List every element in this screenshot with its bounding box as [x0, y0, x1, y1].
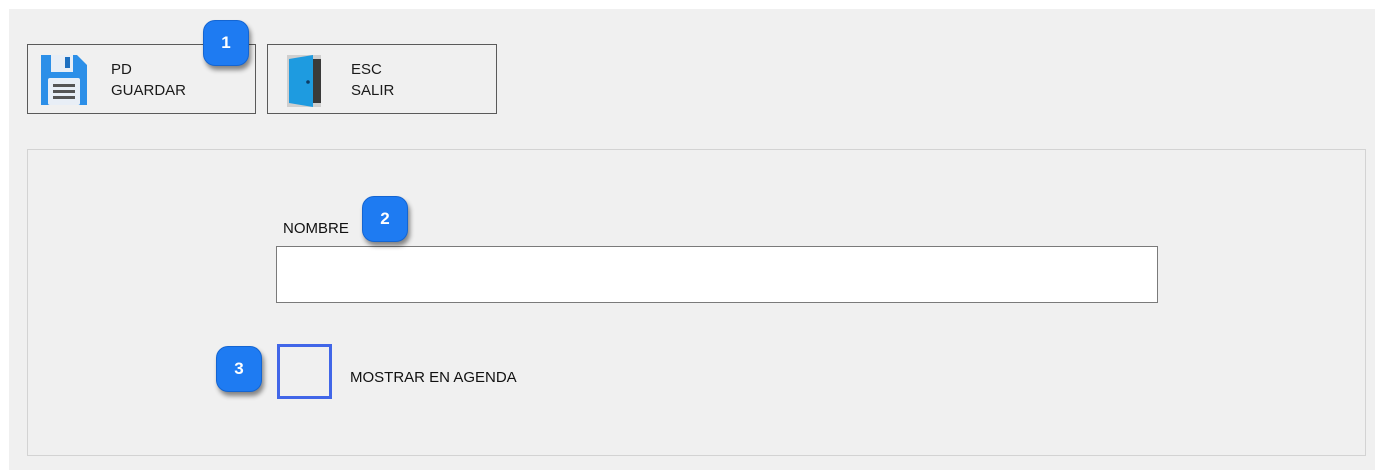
callout-badge-3: 3: [216, 346, 262, 392]
name-label: NOMBRE: [283, 220, 349, 237]
name-input[interactable]: [276, 246, 1158, 303]
exit-shortcut: ESC: [351, 61, 382, 78]
save-button-label: PD GUARDAR: [111, 59, 186, 101]
exit-label: SALIR: [351, 82, 395, 99]
callout-badge-1: 1: [203, 20, 249, 66]
form-panel: NOMBRE MOSTRAR EN AGENDA: [27, 149, 1366, 456]
show-in-agenda-label: MOSTRAR EN AGENDA: [350, 369, 517, 386]
app-window: PD GUARDAR ESC SALIR NOMBRE MOSTRAR EN A…: [9, 9, 1375, 470]
save-shortcut: PD: [111, 61, 132, 78]
exit-door-icon: [287, 55, 321, 107]
exit-button[interactable]: ESC SALIR: [267, 44, 497, 114]
floppy-disk-icon: [41, 55, 87, 105]
exit-button-label: ESC SALIR: [351, 59, 394, 101]
save-label: GUARDAR: [111, 82, 187, 99]
callout-badge-2: 2: [362, 196, 408, 242]
show-in-agenda-checkbox[interactable]: [277, 344, 332, 399]
